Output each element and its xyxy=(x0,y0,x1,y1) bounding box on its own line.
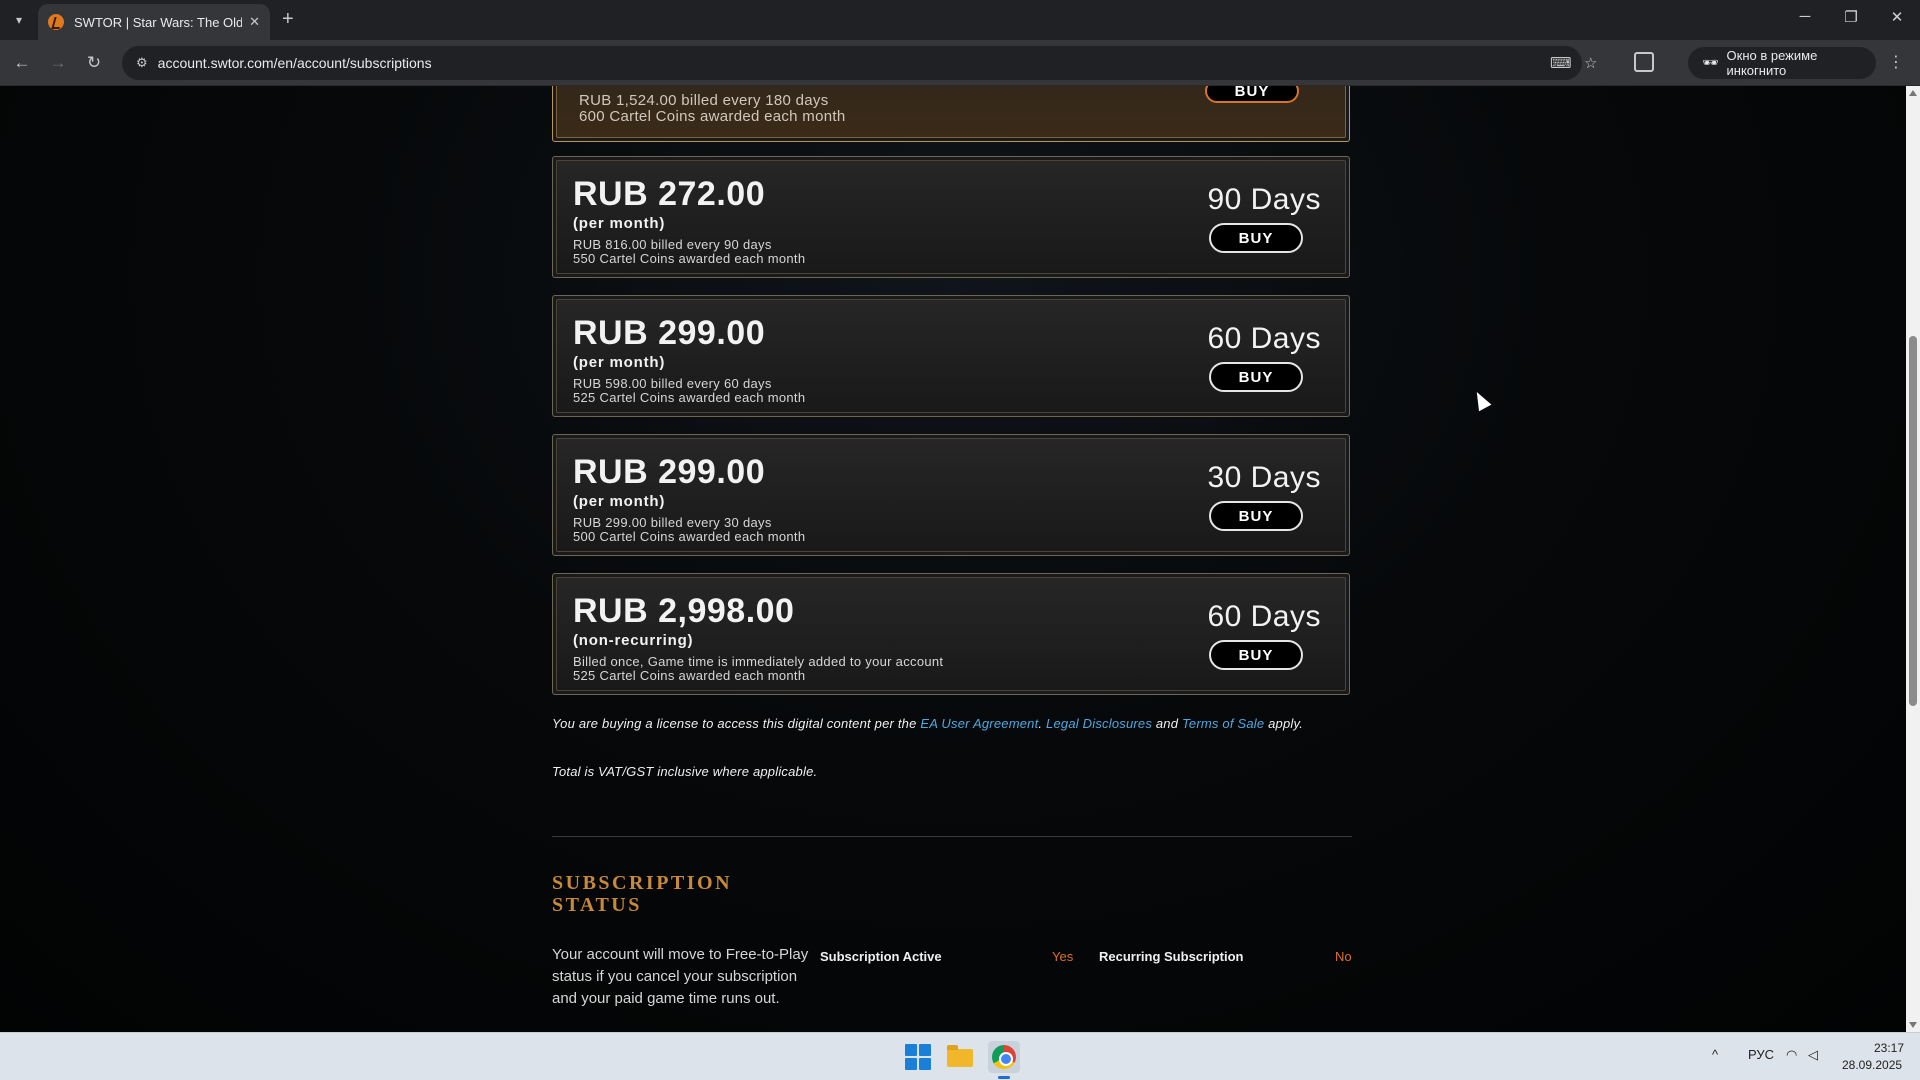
incognito-indicator[interactable]: 🕶 Окно в режиме инкогнито xyxy=(1688,47,1876,79)
scroll-up-arrow-icon[interactable] xyxy=(1909,90,1917,96)
incognito-icon: 🕶 xyxy=(1702,55,1719,70)
url-text: account.swtor.com/en/account/subscriptio… xyxy=(157,55,432,71)
subscription-status-description: Your account will move to Free-to-Play s… xyxy=(552,946,809,1007)
plan-period: (non-recurring) xyxy=(573,632,694,649)
plan-period: (per month) xyxy=(573,493,666,510)
extensions-icon[interactable] xyxy=(1634,52,1654,72)
incognito-label: Окно в режиме инкогнито xyxy=(1726,48,1818,78)
mouse-cursor-icon xyxy=(1470,388,1492,412)
plan-billed-text: Billed once, Game time is immediately ad… xyxy=(573,654,944,669)
site-info-icon[interactable]: ⚙ xyxy=(136,55,148,71)
plan-billed-text: RUB 1,524.00 billed every 180 days xyxy=(579,92,829,109)
plan-duration: 60 Days xyxy=(1207,600,1321,633)
plan-card-180-days: RUB 1,524.00 billed every 180 days 600 C… xyxy=(552,86,1350,142)
clock-time[interactable]: 23:17 xyxy=(1874,1041,1904,1055)
file-explorer-icon[interactable] xyxy=(944,1041,976,1073)
address-bar[interactable]: ⚙ account.swtor.com/en/account/subscript… xyxy=(122,46,1597,80)
plan-coins-text: 525 Cartel Coins awarded each month xyxy=(573,668,806,683)
volume-icon[interactable]: ◁ xyxy=(1808,1047,1818,1063)
browser-tabbar: ▾ SWTOR | Star Wars: The Old Rep ✕ + ─ ❐… xyxy=(0,0,1920,40)
buy-button-30-days[interactable]: BUY xyxy=(1209,501,1303,531)
plan-card-non-recurring: RUB 2,998.00 (non-recurring) Billed once… xyxy=(552,573,1350,695)
plan-billed-text: RUB 299.00 billed every 30 days xyxy=(573,515,772,530)
subscription-active-label: Subscription Active xyxy=(820,949,942,964)
tray-overflow-chevron-icon[interactable]: ^ xyxy=(1712,1047,1718,1062)
plan-coins-text: 525 Cartel Coins awarded each month xyxy=(573,390,806,405)
plan-billed-text: RUB 598.00 billed every 60 days xyxy=(573,376,772,391)
buy-button-90-days[interactable]: BUY xyxy=(1209,223,1303,253)
close-tab-icon[interactable]: ✕ xyxy=(249,14,260,30)
browser-tab-swtor[interactable]: SWTOR | Star Wars: The Old Rep ✕ xyxy=(38,4,270,40)
reload-icon[interactable]: ↻ xyxy=(82,51,106,75)
buy-button-non-recurring[interactable]: BUY xyxy=(1209,640,1303,670)
scrollbar-thumb[interactable] xyxy=(1909,336,1917,706)
minimize-window-icon[interactable]: ─ xyxy=(1790,8,1820,25)
plan-duration: 90 Days xyxy=(1207,183,1321,216)
bookmark-star-icon[interactable]: ☆ xyxy=(1584,54,1597,72)
plan-card-60-days: RUB 299.00 (per month) RUB 598.00 billed… xyxy=(552,295,1350,417)
vat-notice: Total is VAT/GST inclusive where applica… xyxy=(552,764,818,779)
plan-period: (per month) xyxy=(573,354,666,371)
browser-toolbar: ← → ↻ ⚙ account.swtor.com/en/account/sub… xyxy=(0,40,1920,86)
recurring-subscription-value: No xyxy=(1335,949,1352,964)
plan-coins-text: 550 Cartel Coins awarded each month xyxy=(573,251,806,266)
tab-search-chevron-icon[interactable]: ▾ xyxy=(8,9,30,31)
ea-user-agreement-link[interactable]: EA User Agreement xyxy=(920,716,1038,731)
windows-start-icon[interactable] xyxy=(902,1041,934,1073)
subscription-active-value: Yes xyxy=(1052,949,1074,964)
translate-icon[interactable]: ⌨ xyxy=(1550,54,1572,72)
recurring-subscription-label: Recurring Subscription xyxy=(1099,949,1244,964)
forward-arrow-icon[interactable]: → xyxy=(46,51,70,75)
buy-button-180-days[interactable]: BUY xyxy=(1205,86,1299,103)
plan-coins-text: 500 Cartel Coins awarded each month xyxy=(573,529,806,544)
close-window-icon[interactable]: ✕ xyxy=(1882,8,1912,26)
browser-menu-icon[interactable]: ⋮ xyxy=(1888,52,1904,72)
chrome-app-icon[interactable] xyxy=(988,1041,1020,1073)
windows-taskbar: ^ РУС ◠ ◁ 23:17 28.09.2025 xyxy=(0,1032,1920,1080)
plan-price: RUB 2,998.00 xyxy=(573,592,795,630)
subscription-status-heading: SUBSCRIPTION STATUS xyxy=(552,872,733,916)
plan-period: (per month) xyxy=(573,215,666,232)
plan-price: RUB 272.00 xyxy=(573,175,766,213)
section-divider xyxy=(552,836,1352,837)
legal-disclosures-link[interactable]: Legal Disclosures xyxy=(1046,716,1152,731)
page-scrollbar[interactable] xyxy=(1906,86,1920,1032)
plan-card-90-days: RUB 272.00 (per month) RUB 816.00 billed… xyxy=(552,156,1350,278)
clock-date[interactable]: 28.09.2025 xyxy=(1842,1058,1902,1072)
terms-of-sale-link[interactable]: Terms of Sale xyxy=(1182,716,1264,731)
plan-duration: 30 Days xyxy=(1207,461,1321,494)
page-viewport: RUB 1,524.00 billed every 180 days 600 C… xyxy=(0,86,1906,1032)
plan-price: RUB 299.00 xyxy=(573,314,766,352)
back-arrow-icon[interactable]: ← xyxy=(10,51,34,75)
plan-duration: 60 Days xyxy=(1207,322,1321,355)
input-language-indicator[interactable]: РУС xyxy=(1748,1047,1774,1062)
plan-price: RUB 299.00 xyxy=(573,453,766,491)
buy-button-60-days[interactable]: BUY xyxy=(1209,362,1303,392)
restore-window-icon[interactable]: ❐ xyxy=(1836,8,1866,26)
active-app-indicator xyxy=(998,1076,1010,1079)
plan-billed-text: RUB 816.00 billed every 90 days xyxy=(573,237,772,252)
plan-card-30-days: RUB 299.00 (per month) RUB 299.00 billed… xyxy=(552,434,1350,556)
scroll-down-arrow-icon[interactable] xyxy=(1909,1022,1917,1028)
wifi-icon[interactable]: ◠ xyxy=(1786,1047,1797,1063)
tab-title: SWTOR | Star Wars: The Old Rep xyxy=(74,14,242,30)
plan-coins-text: 600 Cartel Coins awarded each month xyxy=(579,108,846,125)
new-tab-plus-icon[interactable]: + xyxy=(282,8,294,30)
license-notice: You are buying a license to access this … xyxy=(552,716,1304,731)
swtor-favicon-icon xyxy=(48,14,64,30)
